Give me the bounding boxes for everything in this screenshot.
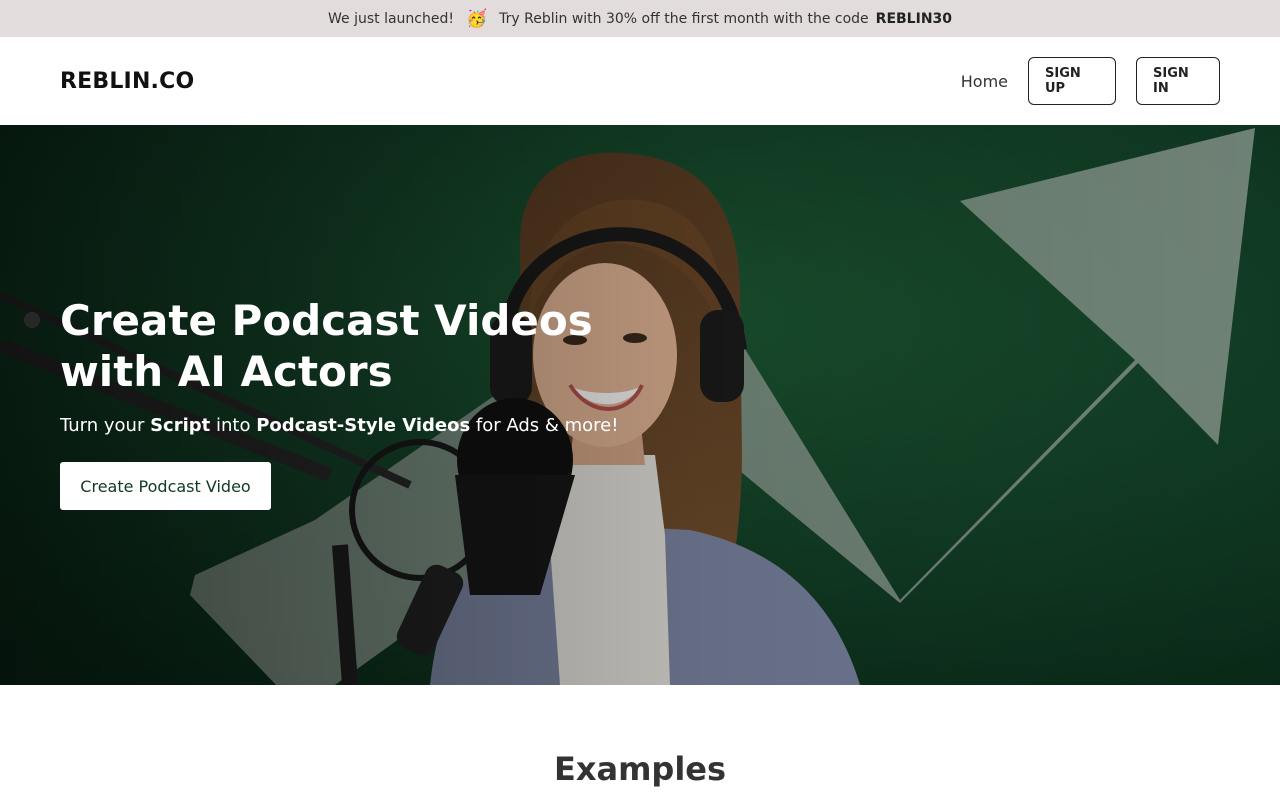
sign-up-button[interactable]: SIGN UP — [1028, 57, 1116, 105]
hero-subtitle: Turn your Script into Podcast-Style Vide… — [60, 415, 760, 436]
hero-subtitle-podcast-style: Podcast-Style Videos — [256, 415, 471, 436]
logo[interactable]: REBLIN.CO — [60, 69, 194, 94]
hero-subtitle-script: Script — [150, 415, 211, 436]
hero-subtitle-part2: into — [210, 415, 257, 436]
examples-heading: Examples — [553, 750, 727, 788]
promo-code: REBLIN30 — [875, 10, 953, 27]
main-nav: Home SIGN UP SIGN IN — [961, 57, 1220, 105]
announcement-prefix: We just launched! — [327, 10, 454, 27]
sign-in-button[interactable]: SIGN IN — [1136, 57, 1220, 105]
hero-content: Create Podcast Videos with AI Actors Tur… — [60, 295, 760, 510]
party-face-icon: 🥳 — [465, 8, 488, 29]
hero-subtitle-part3: for Ads & more! — [470, 415, 619, 436]
hero-section: Create Podcast Videos with AI Actors Tur… — [0, 125, 1280, 685]
announcement-message: Try Reblin with 30% off the first month … — [499, 10, 869, 27]
create-podcast-video-button[interactable]: Create Podcast Video — [60, 462, 271, 510]
nav-home-link[interactable]: Home — [961, 72, 1008, 91]
site-header: REBLIN.CO Home SIGN UP SIGN IN — [0, 37, 1280, 125]
hero-title: Create Podcast Videos with AI Actors — [60, 296, 593, 396]
announcement-bar: We just launched! 🥳 Try Reblin with 30% … — [0, 0, 1280, 37]
hero-subtitle-part1: Turn your — [60, 415, 151, 436]
